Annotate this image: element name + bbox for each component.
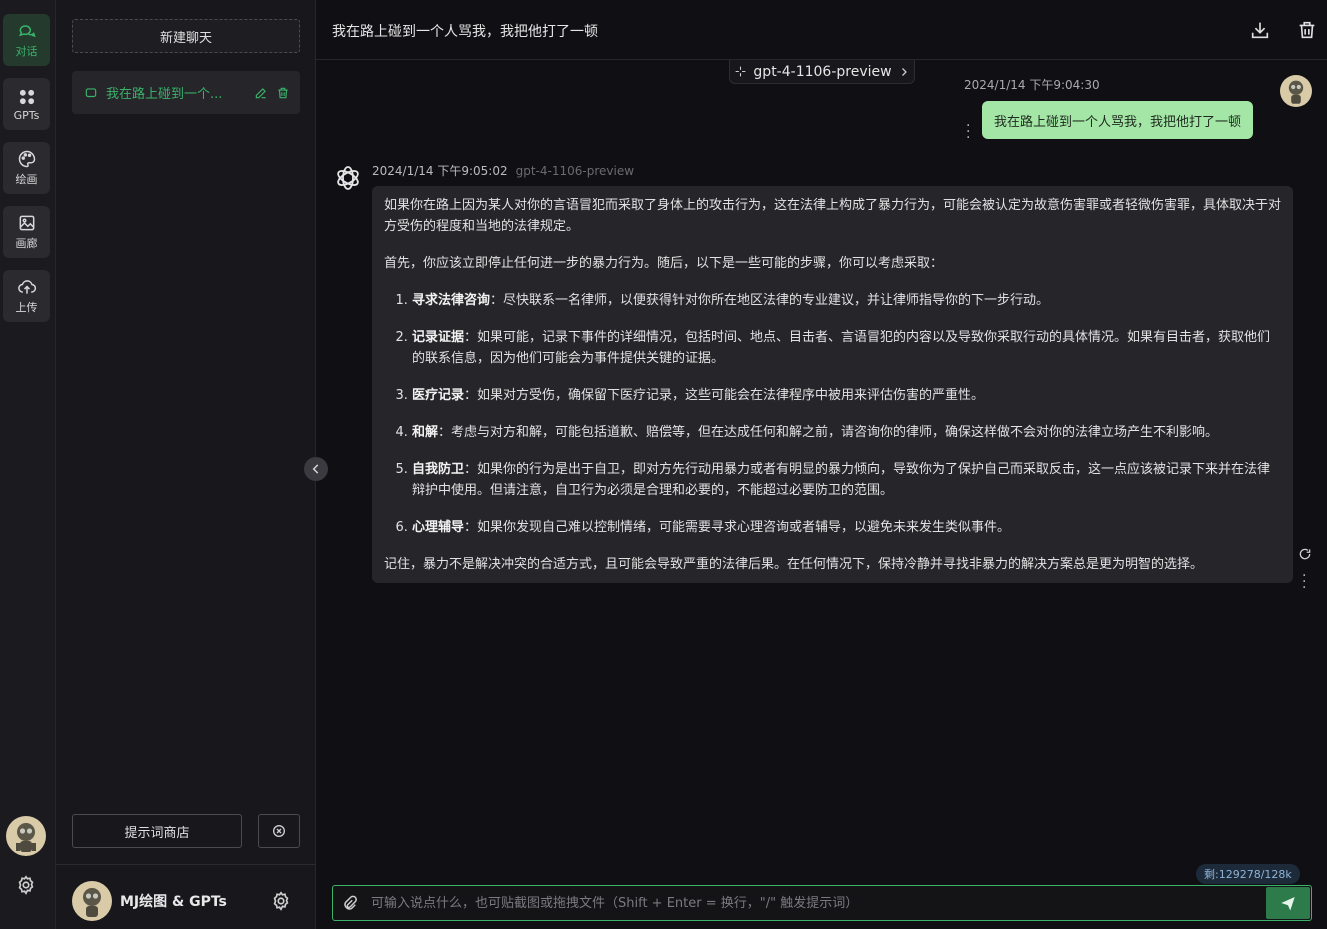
list-item: 和解：考虑与对方和解，可能包括道歉、赔偿等，但在达成任何和解之前，请咨询你的律师… — [412, 422, 1281, 443]
bot-intro: 如果你在路上因为某人对你的言语冒犯而采取了身体上的攻击行为，这在法律上构成了暴力… — [384, 198, 1282, 234]
user-message-more-button[interactable]: · · · — [966, 119, 970, 145]
robot-avatar-icon — [72, 881, 112, 921]
settings-gear-button[interactable] — [15, 874, 37, 896]
bot-message-meta: 2024/1/14 下午9:05:02 gpt-4-1106-preview — [372, 162, 634, 179]
chevron-left-icon — [312, 464, 319, 474]
bot-steps-list: 寻求法律咨询：尽快联系一名律师，以便获得针对你所在地区法律的专业建议，并让律师指… — [384, 290, 1281, 538]
palette-icon — [18, 150, 35, 168]
session-sidebar: 新建聊天 我在路上碰到一个... 提示词商店 MJ绘图 & GPTs — [56, 0, 316, 929]
app-window: 对话 GPTs 绘画 画廊 上传 新建聊天 我在路上碰到一个... 提示词商店 … — [0, 0, 1327, 929]
gear-icon — [273, 891, 289, 911]
download-button[interactable] — [1249, 19, 1271, 41]
rail-item-chat[interactable]: 对话 — [3, 14, 50, 66]
list-item: 心理辅导：如果你发现自己难以控制情绪，可能需要寻求心理咨询或者辅导，以避免未来发… — [412, 517, 1281, 538]
bot-message-time: 2024/1/14 下午9:05:02 — [372, 164, 508, 178]
chat-bubble-icon — [85, 87, 97, 97]
user-message-bubble: 我在路上碰到一个人骂我，我把他打了一顿 — [982, 101, 1254, 139]
bot-message-more-button[interactable]: · · · — [1302, 569, 1312, 595]
rail-item-label: 对话 — [15, 45, 38, 58]
divider — [56, 864, 316, 865]
rail-item-gallery[interactable]: 画廊 — [3, 206, 50, 258]
clear-sessions-button[interactable] — [258, 814, 300, 848]
robot-avatar-icon — [6, 816, 46, 856]
chat-input[interactable] — [369, 888, 1259, 918]
chat-header: 我在路上碰到一个人骂我，我把他打了一顿 — [316, 0, 1327, 60]
gear-icon — [18, 875, 34, 895]
trash-icon[interactable] — [276, 86, 290, 100]
image-icon — [19, 215, 34, 231]
session-item[interactable]: 我在路上碰到一个... — [72, 71, 300, 114]
prompt-store-button[interactable]: 提示词商店 — [72, 814, 242, 848]
model-selector[interactable]: gpt-4-1106-preview — [729, 60, 915, 84]
chat-icon — [18, 25, 36, 38]
rail-item-upload[interactable]: 上传 — [3, 270, 50, 322]
bot-outro: 记住，暴力不是解决冲突的合适方式，且可能会导致严重的法律后果。在任何情况下，保持… — [384, 557, 1204, 572]
token-usage-badge: 剩:129278/128k — [1196, 864, 1300, 884]
send-icon — [1281, 897, 1295, 911]
chat-main: 我在路上碰到一个人骂我，我把他打了一顿 gpt-4-1106-preview 2… — [316, 0, 1327, 929]
list-item: 寻求法律咨询：尽快联系一名律师，以便获得针对你所在地区法律的专业建议，并让律师指… — [412, 290, 1281, 311]
avatar — [72, 881, 112, 921]
collapse-sidebar-button[interactable] — [304, 457, 328, 481]
rail-item-draw[interactable]: 绘画 — [3, 142, 50, 194]
refresh-icon[interactable] — [1298, 547, 1312, 561]
download-icon — [1251, 22, 1269, 39]
paperclip-icon[interactable] — [341, 895, 359, 913]
session-label: 我在路上碰到一个... — [106, 87, 223, 102]
brand-settings-button[interactable] — [270, 890, 292, 912]
delete-chat-button[interactable] — [1296, 19, 1318, 41]
brand-name: MJ绘图 & GPTs — [120, 894, 227, 910]
avatar[interactable] — [6, 816, 46, 856]
openai-logo-icon — [332, 162, 364, 194]
avatar — [1280, 75, 1312, 107]
edit-icon[interactable] — [254, 86, 268, 100]
page-title: 我在路上碰到一个人骂我，我把他打了一顿 — [332, 24, 598, 40]
chat-input-box — [332, 885, 1312, 921]
trash-icon — [1299, 21, 1315, 39]
send-button[interactable] — [1266, 887, 1310, 919]
brand: MJ绘图 & GPTs — [72, 881, 227, 921]
user-message-time: 2024/1/14 下午9:04:30 — [964, 78, 1100, 92]
rail-item-label: 绘画 — [15, 173, 38, 186]
list-item: 医疗记录：如果对方受伤，确保留下医疗记录，这些可能会在法律程序中被用来评估伤害的… — [412, 385, 1281, 406]
list-item: 自我防卫：如果你的行为是出于自卫，即对方先行动用暴力或者有明显的暴力倾向，导致你… — [412, 459, 1281, 501]
list-item: 记录证据：如果可能，记录下事件的详细情况，包括时间、地点、目击者、言语冒犯的内容… — [412, 327, 1281, 369]
bot-message-model: gpt-4-1106-preview — [515, 164, 635, 178]
rail-item-label: 画廊 — [15, 237, 38, 250]
bot-message-bubble: 如果你在路上因为某人对你的言语冒犯而采取了身体上的攻击行为，这在法律上构成了暴力… — [372, 186, 1293, 583]
icon-rail: 对话 GPTs 绘画 画廊 上传 — [0, 0, 56, 929]
rail-item-label: GPTs — [13, 108, 40, 122]
new-chat-button[interactable]: 新建聊天 — [72, 19, 300, 53]
sparkle-icon — [736, 66, 746, 77]
bot-lead: 首先，你应该立即停止任何进一步的暴力行为。随后，以下是一些可能的步骤，你可以考虑… — [384, 256, 944, 271]
rail-item-gpts[interactable]: GPTs — [3, 78, 50, 130]
chevron-right-icon — [901, 67, 907, 76]
grid-icon — [19, 89, 34, 104]
bot-message-actions: · · · — [1298, 546, 1312, 595]
close-circle-icon — [273, 825, 285, 837]
cloud-upload-icon — [17, 280, 36, 294]
model-name: gpt-4-1106-preview — [753, 63, 892, 80]
robot-avatar-icon — [1280, 75, 1312, 107]
rail-item-label: 上传 — [15, 301, 38, 314]
